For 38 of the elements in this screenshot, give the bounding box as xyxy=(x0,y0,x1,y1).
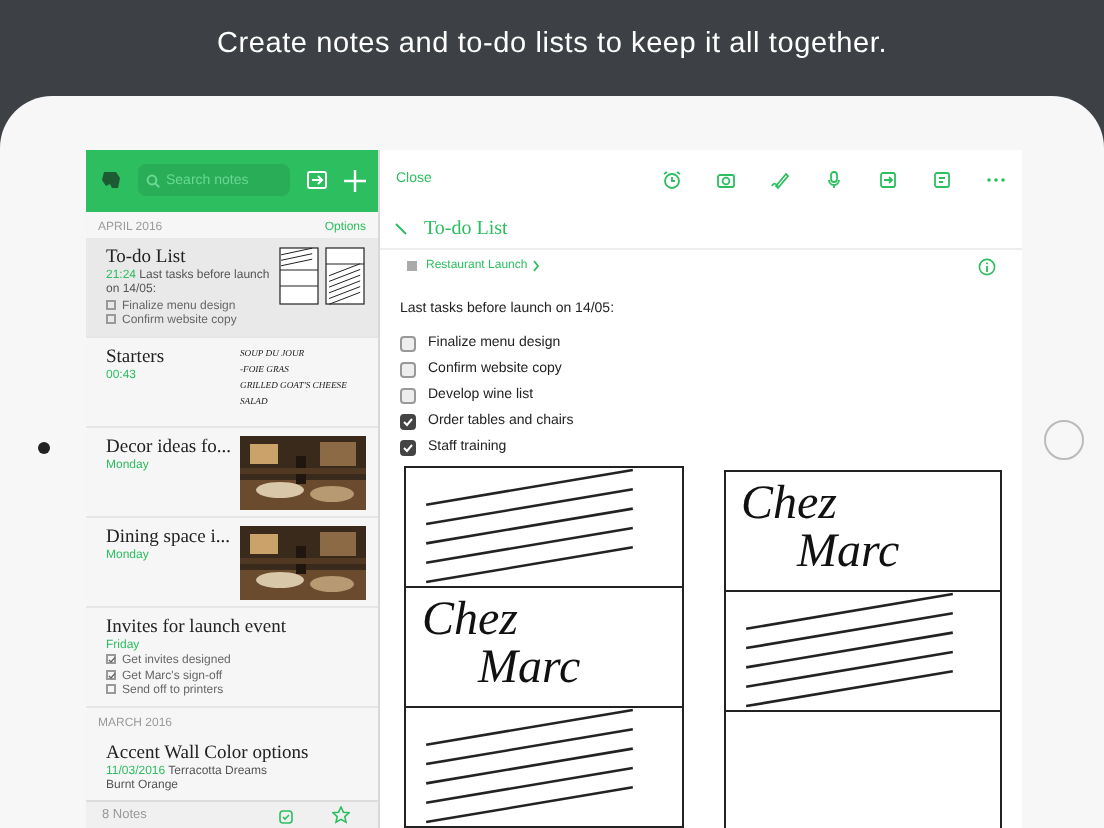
microphone-icon[interactable] xyxy=(824,170,844,191)
checkbox[interactable] xyxy=(106,654,116,665)
checkbox[interactable] xyxy=(106,299,116,310)
note-title: To-do List xyxy=(424,216,508,245)
share-icon[interactable] xyxy=(878,170,898,191)
note-title: Starters xyxy=(106,345,167,369)
note-title: Invites for launch event xyxy=(106,615,288,639)
handwritten-text: Marc xyxy=(475,644,583,693)
sketch-thumbnail-drawing xyxy=(278,245,366,306)
document-icon[interactable] xyxy=(932,170,952,191)
checkbox[interactable] xyxy=(400,413,416,430)
chevron-icon[interactable] xyxy=(531,260,540,273)
pen-icon[interactable] xyxy=(770,170,790,191)
checkbox[interactable] xyxy=(106,684,116,695)
camera-icon[interactable] xyxy=(716,170,736,191)
notebook-icon xyxy=(406,260,418,273)
handwritten-text: Chez xyxy=(741,480,839,529)
checkbox[interactable] xyxy=(106,314,116,325)
checkbox[interactable] xyxy=(400,335,416,352)
search-icon xyxy=(146,173,160,188)
handwritten-text: Chez xyxy=(422,596,520,645)
note-title: Accent Wall Color options xyxy=(106,741,311,765)
home-button[interactable] xyxy=(1043,420,1083,460)
note-title: Decor ideas fo... xyxy=(106,435,232,459)
checkbox[interactable] xyxy=(400,387,416,404)
checkbox[interactable] xyxy=(400,439,416,456)
headline: Create notes and to-do lists to keep it all together. xyxy=(216,25,888,64)
plus-icon[interactable] xyxy=(344,169,366,192)
camera-icon xyxy=(37,442,49,454)
reminder-icon[interactable] xyxy=(278,807,294,824)
note-title: Dining space i... xyxy=(106,525,232,549)
checkbox[interactable] xyxy=(400,361,416,378)
star-icon[interactable] xyxy=(332,806,350,825)
info-icon[interactable] xyxy=(978,257,996,276)
handwritten-text: Marc xyxy=(794,528,902,577)
alarm-clock-icon[interactable] xyxy=(662,170,682,191)
note-title: To-do List xyxy=(106,245,188,269)
checkbox[interactable] xyxy=(106,669,116,680)
